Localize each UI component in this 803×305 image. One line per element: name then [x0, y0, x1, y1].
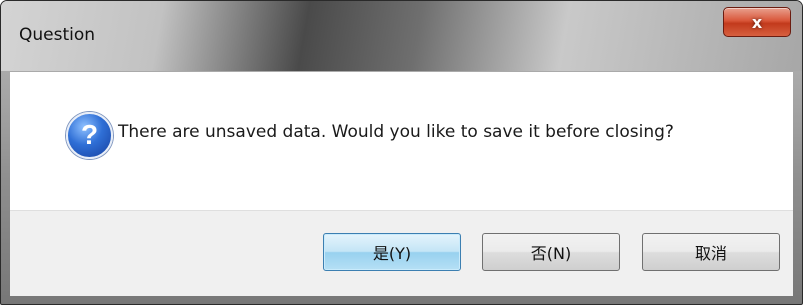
cancel-button[interactable]: 取消 — [642, 233, 780, 271]
dialog-button-bar: 是(Y) 否(N) 取消 — [10, 210, 793, 296]
question-icon-glyph: ? — [80, 118, 99, 150]
window-title: Question — [19, 25, 96, 45]
yes-button[interactable]: 是(Y) — [323, 233, 461, 271]
dialog-message: There are unsaved data. Would you like t… — [118, 122, 674, 142]
question-dialog-window: Question x ? There are unsaved data. Wou… — [0, 0, 803, 305]
no-button[interactable]: 否(N) — [482, 233, 620, 271]
close-button[interactable]: x — [723, 7, 791, 37]
question-icon: ? — [66, 112, 113, 159]
title-bar[interactable]: Question x — [1, 1, 802, 71]
close-icon: x — [751, 12, 763, 32]
dialog-content: ? There are unsaved data. Would you like… — [10, 72, 793, 210]
